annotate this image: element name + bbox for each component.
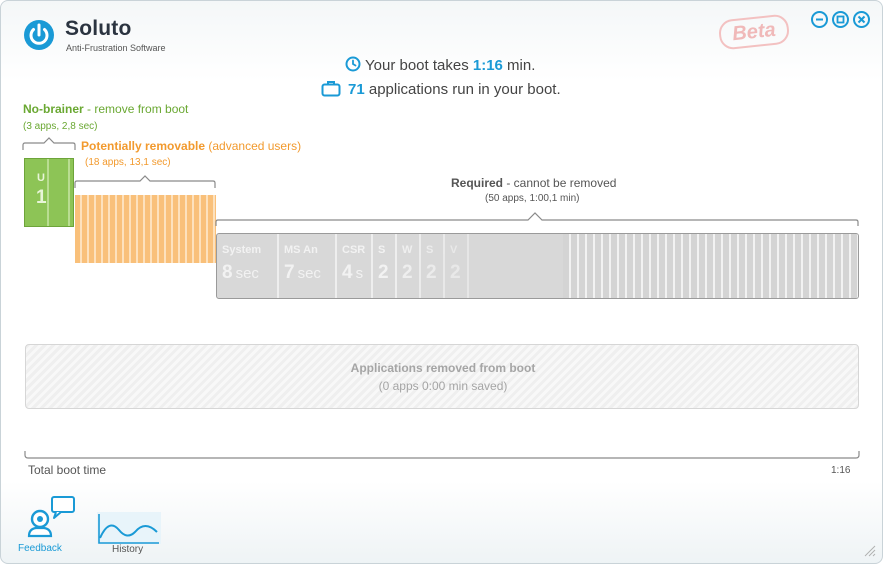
potentially-removable-bold: Potentially removable (81, 139, 206, 153)
boot-time-value: 1:16 (472, 57, 503, 74)
minimize-button[interactable] (811, 11, 828, 28)
required-app-time-value: 4 (342, 262, 353, 283)
history-label[interactable]: History (112, 544, 143, 555)
feedback-icon (27, 496, 75, 538)
app-tagline: Anti-Frustration Software (66, 43, 166, 53)
soluto-window: Soluto Anti-Frustration Software Beta Yo… (0, 0, 883, 564)
minimize-icon (816, 18, 823, 21)
close-icon (857, 15, 866, 24)
beta-stamp: Beta (717, 13, 791, 51)
required-app-name: S (378, 244, 386, 256)
required-app-time-value: 2 (450, 262, 461, 283)
required-apps-minor[interactable] (563, 234, 858, 298)
required-desc: - cannot be removed (503, 176, 617, 190)
required-app-tile[interactable]: V2 (445, 234, 469, 298)
feedback-button[interactable] (26, 494, 76, 540)
removed-apps-title: Applications removed from boot (350, 361, 536, 375)
required-app-time: 7 sec (284, 262, 321, 284)
feedback-label[interactable]: Feedback (18, 543, 62, 554)
total-boot-bracket (24, 451, 860, 459)
maximize-icon (836, 15, 845, 24)
required-count: (50 apps, 1:00,1 min) (485, 193, 580, 204)
no-brainer-title[interactable]: No-brainer - remove from boot (23, 102, 188, 116)
no-brainer-app-time: 1 (36, 187, 47, 208)
potentially-removable-title[interactable]: Potentially removable (advanced users) (81, 139, 301, 153)
required-bold: Required (451, 176, 504, 190)
required-app-time-value: 7 (284, 262, 295, 283)
boot-prefix: Your boot takes (365, 57, 473, 74)
potentially-removable-apps-block[interactable] (75, 195, 216, 263)
required-app-name: V (450, 244, 458, 256)
maximize-button[interactable] (832, 11, 849, 28)
required-app-time-unit: s (355, 265, 364, 282)
required-app-name: S (426, 244, 434, 256)
power-logo-icon (24, 20, 54, 50)
required-app-tile[interactable]: CSR 4 s (337, 234, 373, 298)
app-title: Soluto (65, 17, 132, 40)
required-app-time-value: 2 (402, 262, 413, 283)
total-boot-label: Total boot time (28, 463, 107, 477)
total-boot-value: 1:16 (831, 465, 851, 476)
required-app-name: CSR (342, 244, 366, 256)
apps-count-summary: 71 applications run in your boot. (321, 80, 561, 98)
no-brainer-bracket (22, 137, 76, 150)
required-app-time-unit: sec (297, 265, 321, 282)
required-app-time-value: 2 (378, 262, 389, 283)
required-app-time: 2 (402, 262, 416, 284)
required-app-name: W (402, 244, 413, 256)
required-app-name: System (222, 244, 262, 256)
required-app-time-value: 8 (222, 262, 233, 283)
required-app-tile[interactable]: S2 (421, 234, 445, 298)
no-brainer-app[interactable] (50, 159, 70, 226)
removed-apps-dropzone[interactable]: Applications removed from boot (0 apps 0… (25, 344, 859, 409)
resize-grip-icon[interactable] (862, 543, 876, 557)
required-app-time: 2 (426, 262, 440, 284)
close-button[interactable] (853, 11, 870, 28)
required-app-time-value: 2 (426, 262, 437, 283)
required-bracket (215, 212, 859, 226)
required-app-tile[interactable]: MS An 7 sec (279, 234, 337, 298)
required-app-time: 4s (342, 262, 363, 284)
potentially-removable-bracket (74, 175, 216, 188)
potentially-removable-count: (18 apps, 13,1 sec) (85, 157, 171, 168)
boot-suffix: min. (502, 57, 536, 74)
required-title[interactable]: Required - cannot be removed (451, 176, 616, 190)
removed-apps-summary: (0 apps 0:00 min saved) (378, 379, 508, 393)
apps-suffix: applications run in your boot. (364, 81, 561, 98)
required-app-time: 8 sec (222, 262, 259, 284)
required-app-tile[interactable]: S2 (373, 234, 397, 298)
required-app-name: MS An (284, 244, 318, 256)
potentially-removable-desc: (advanced users) (205, 139, 302, 153)
required-apps-block[interactable]: System 8 sec MS An 7 sec CSR 4 s S 2 W 2 S 2 V 2 (216, 233, 859, 299)
required-app-tile[interactable]: System 8 sec (217, 234, 279, 298)
no-brainer-count: (3 apps, 2,8 sec) (23, 121, 98, 132)
no-brainer-desc: - remove from boot (83, 102, 189, 116)
required-app-time: 2 (378, 262, 392, 284)
required-app-time-unit: sec (235, 265, 259, 282)
apps-count-value: 71 (348, 81, 365, 98)
clock-icon (345, 56, 361, 72)
no-brainer-bold: No-brainer (23, 102, 84, 116)
briefcase-icon (321, 81, 341, 97)
required-app-tile[interactable]: W2 (397, 234, 421, 298)
required-app-time: 2 (450, 262, 464, 284)
no-brainer-app-name: U (37, 172, 45, 184)
no-brainer-apps-block[interactable]: U 1 (24, 158, 74, 227)
boot-time-summary: Your boot takes 1:16 min. (345, 56, 535, 74)
